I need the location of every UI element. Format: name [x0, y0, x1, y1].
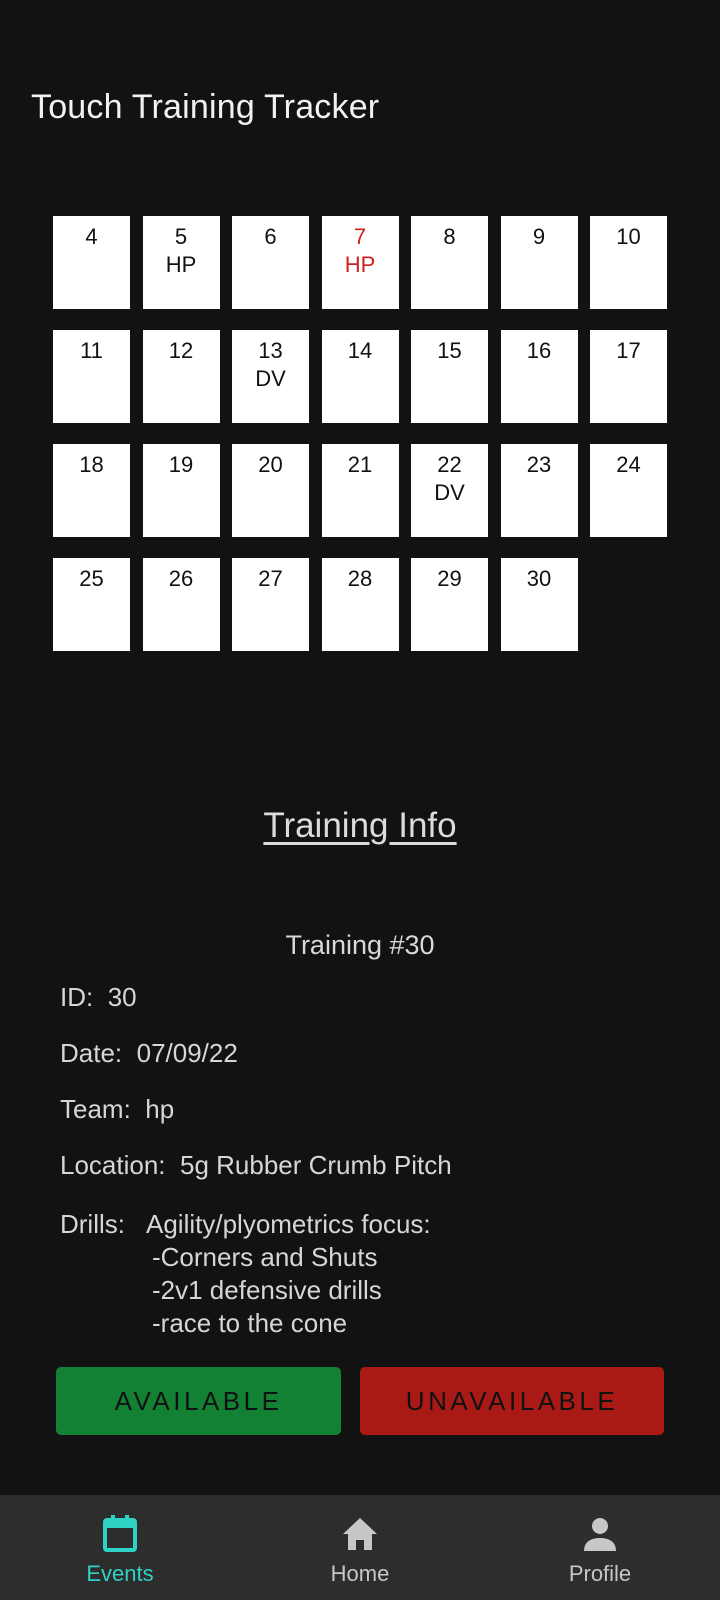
id-label: ID: [60, 982, 94, 1012]
calendar-day[interactable]: 26 [142, 558, 220, 651]
nav-events[interactable]: Events [0, 1495, 240, 1600]
day-number: 8 [443, 224, 456, 249]
calendar-day[interactable]: 29 [411, 558, 488, 651]
day-number: 29 [437, 566, 462, 591]
drill-item: -race to the cone [152, 1308, 348, 1338]
location-value: 5g Rubber Crumb Pitch [179, 1150, 452, 1180]
calendar-day[interactable]: 25 [53, 558, 130, 651]
day-number: 11 [80, 338, 103, 363]
day-number: 7 [353, 224, 367, 249]
calendar-day[interactable]: 20 [232, 444, 309, 537]
day-number: 6 [264, 224, 277, 249]
calendar-icon [103, 1515, 137, 1552]
training-location-row: Location: 5g Rubber Crumb Pitch [60, 1150, 452, 1181]
day-team-tag: HP [165, 252, 197, 277]
nav-profile-label: Profile [568, 1561, 632, 1586]
day-number: 23 [526, 452, 552, 477]
calendar-day[interactable]: 8 [411, 216, 488, 309]
day-number: 26 [168, 566, 194, 591]
calendar-day[interactable]: 27 [232, 558, 309, 651]
calendar-day[interactable]: 24 [590, 444, 667, 537]
calendar-day[interactable]: 18 [53, 444, 130, 537]
day-team-tag: DV [255, 366, 286, 391]
day-number: 16 [526, 338, 552, 363]
day-number: 12 [168, 338, 194, 363]
training-info-heading: Training Info [263, 806, 457, 845]
calendar-day[interactable]: 23 [500, 444, 578, 537]
team-value: hp [145, 1094, 175, 1124]
calendar-day[interactable]: 30 [500, 558, 578, 651]
calendar-day[interactable]: 14 [321, 330, 399, 423]
calendar-day[interactable]: 10 [590, 216, 667, 309]
date-value: 07/09/22 [136, 1038, 238, 1068]
day-number: 25 [79, 566, 104, 591]
calendar-day[interactable]: 13 DV [232, 330, 309, 423]
day-number: 17 [616, 338, 641, 363]
person-icon [584, 1518, 616, 1551]
day-number: 24 [616, 452, 641, 477]
day-number: 18 [79, 452, 104, 477]
drill-item: -Corners and Shuts [152, 1242, 378, 1272]
calendar-day[interactable]: 11 [53, 330, 130, 423]
calendar-day[interactable]: 17 [590, 330, 667, 423]
nav-home[interactable]: Home [240, 1495, 480, 1600]
nav-profile[interactable]: Profile [480, 1495, 720, 1600]
day-number: 9 [532, 224, 546, 249]
training-date-row: Date: 07/09/22 [60, 1038, 238, 1069]
drills-label: Drills: [60, 1209, 125, 1239]
calendar-day[interactable]: 4 [53, 216, 130, 309]
training-drills: Drills: Agility/plyometrics focus: -Corn… [60, 1208, 431, 1340]
app-title: Touch Training Tracker [31, 88, 380, 126]
bottom-navigation: Events Home Profile [0, 1495, 720, 1600]
drills-value: Agility/plyometrics focus: -Corners and … [146, 1208, 431, 1340]
calendar-day[interactable]: 12 [142, 330, 220, 423]
day-number: 15 [437, 338, 462, 363]
date-label: Date: [60, 1038, 123, 1068]
id-value: 30 [107, 982, 137, 1012]
location-label: Location: [60, 1150, 166, 1180]
day-number: 13 [258, 338, 283, 363]
available-button[interactable]: AVAILABLE [56, 1367, 341, 1435]
calendar-day[interactable]: 22 DV [411, 444, 488, 537]
day-number: 30 [526, 566, 552, 591]
calendar-day[interactable]: 19 [142, 444, 220, 537]
day-number: 5 [174, 224, 188, 249]
day-team-tag: DV [434, 480, 465, 505]
unavailable-button[interactable]: UNAVAILABLE [360, 1367, 664, 1435]
calendar-day[interactable]: 7 HP [321, 216, 399, 309]
day-number: 28 [347, 566, 373, 591]
training-team-row: Team: hp [60, 1094, 174, 1125]
calendar-day[interactable]: 28 [321, 558, 399, 651]
calendar-day[interactable]: 9 [500, 216, 578, 309]
training-title: Training #30 [285, 930, 435, 960]
day-team-tag: HP [344, 252, 376, 277]
calendar-day[interactable]: 6 [232, 216, 309, 309]
drills-focus: Agility/plyometrics focus: [146, 1209, 431, 1239]
training-id-row: ID: 30 [60, 982, 137, 1013]
day-number: 19 [168, 452, 194, 477]
nav-events-label: Events [86, 1561, 154, 1586]
day-number: 20 [258, 452, 283, 477]
calendar-day[interactable]: 16 [500, 330, 578, 423]
calendar-day[interactable]: 15 [411, 330, 488, 423]
day-number: 14 [347, 338, 373, 363]
day-number: 22 [437, 452, 462, 477]
drill-item: -2v1 defensive drills [152, 1275, 382, 1305]
calendar-day[interactable]: 5 HP [142, 216, 220, 309]
day-number: 27 [258, 566, 283, 591]
day-number: 4 [85, 224, 98, 249]
calendar-day[interactable]: 21 [321, 444, 399, 537]
team-label: Team: [60, 1094, 131, 1124]
day-number: 21 [347, 452, 373, 477]
home-icon [343, 1518, 377, 1550]
day-number: 10 [616, 224, 641, 249]
calendar-grid: 4 5 HP 6 7 HP 8 9 10 11 12 13 DV 14 15 16 17 18 19 20 21 22 DV… [53, 216, 669, 651]
nav-home-label: Home [330, 1561, 390, 1586]
